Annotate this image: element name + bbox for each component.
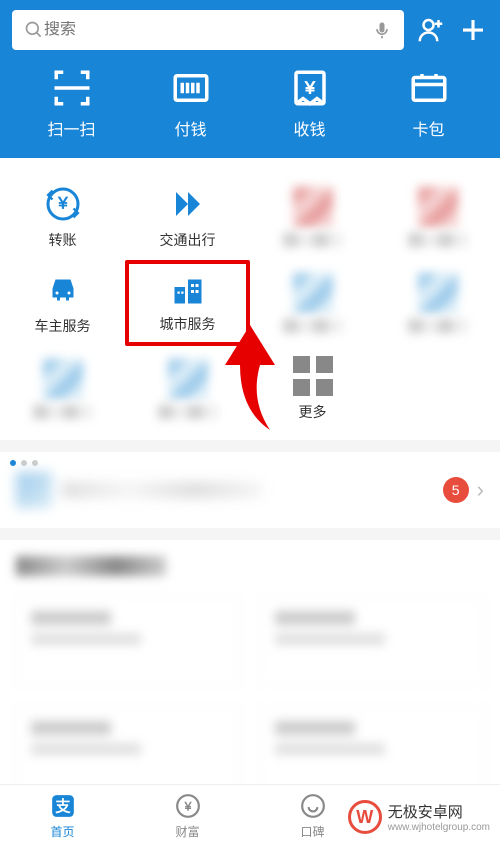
city-icon <box>168 272 208 308</box>
carousel-dots <box>10 460 38 466</box>
transport-icon <box>168 184 208 224</box>
collect-icon: ¥ <box>289 68 331 108</box>
tab-wealth-label: 财富 <box>175 823 199 840</box>
grid-car[interactable]: 车主服务 <box>0 260 125 346</box>
tab-home[interactable]: 支 首页 <box>0 785 125 848</box>
card-label: 卡包 <box>412 116 444 140</box>
feed-card[interactable] <box>16 706 240 796</box>
feed-card[interactable] <box>260 706 484 796</box>
grid-blur-3[interactable] <box>250 174 375 260</box>
grid-transfer[interactable]: ¥ 转账 <box>0 174 125 260</box>
tab-home-label: 首页 <box>50 823 74 840</box>
scan-label: 扫一扫 <box>47 116 95 140</box>
feed-section <box>0 540 500 812</box>
plus-icon[interactable] <box>458 15 488 45</box>
scan-action[interactable]: 扫一扫 <box>12 68 131 140</box>
collect-label: 收钱 <box>293 116 325 140</box>
svg-text:¥: ¥ <box>304 77 315 97</box>
grid-blur-8[interactable] <box>375 260 500 346</box>
grid-blur-9[interactable] <box>0 346 125 432</box>
scan-icon <box>51 68 93 108</box>
watermark-logo: W <box>348 800 382 834</box>
grid-blur-7[interactable] <box>250 260 375 346</box>
add-friend-icon[interactable] <box>416 15 446 45</box>
wealth-icon: ¥ <box>175 793 201 819</box>
tab-wealth[interactable]: ¥ 财富 <box>125 785 250 848</box>
badge-count: 5 <box>443 477 469 503</box>
tab-koubei-label: 口碑 <box>300 823 324 840</box>
grid-blur-10[interactable] <box>125 346 250 432</box>
barcode-icon <box>170 68 212 108</box>
search-box[interactable] <box>12 10 404 50</box>
feed-title <box>16 556 166 576</box>
svg-text:支: 支 <box>54 797 71 815</box>
card-icon <box>408 68 450 108</box>
city-label: 城市服务 <box>160 314 216 334</box>
pay-label: 付钱 <box>174 116 206 140</box>
feed-card[interactable] <box>260 596 484 686</box>
search-input[interactable] <box>44 21 372 39</box>
pay-action[interactable]: 付钱 <box>131 68 250 140</box>
grid-transport[interactable]: 交通出行 <box>125 174 250 260</box>
alipay-icon: 支 <box>50 793 76 819</box>
grid-blur-4[interactable] <box>375 174 500 260</box>
car-label: 车主服务 <box>35 316 91 336</box>
koubei-icon <box>300 793 326 819</box>
more-icon <box>293 356 333 396</box>
svg-text:¥: ¥ <box>183 799 191 813</box>
car-icon <box>43 270 83 310</box>
grid-empty <box>375 346 500 432</box>
watermark-url: www.wjhotelgroup.com <box>388 822 490 833</box>
search-icon <box>24 20 44 40</box>
card-action[interactable]: 卡包 <box>369 68 488 140</box>
svg-text:¥: ¥ <box>57 195 68 213</box>
transfer-label: 转账 <box>49 230 77 250</box>
mic-icon[interactable] <box>372 20 392 40</box>
watermark-name: 无极安卓网 <box>388 801 490 822</box>
chevron-right-icon: › <box>477 477 484 503</box>
feed-card[interactable] <box>16 596 240 686</box>
grid-city-service[interactable]: 城市服务 <box>125 260 250 346</box>
collect-action[interactable]: ¥ 收钱 <box>250 68 369 140</box>
transport-label: 交通出行 <box>160 230 216 250</box>
transfer-icon: ¥ <box>43 184 83 224</box>
more-label: 更多 <box>299 402 327 422</box>
grid-more[interactable]: 更多 <box>250 346 375 432</box>
watermark: W 无极安卓网 www.wjhotelgroup.com <box>348 800 490 834</box>
notification-banner[interactable]: 5 › <box>0 452 500 528</box>
